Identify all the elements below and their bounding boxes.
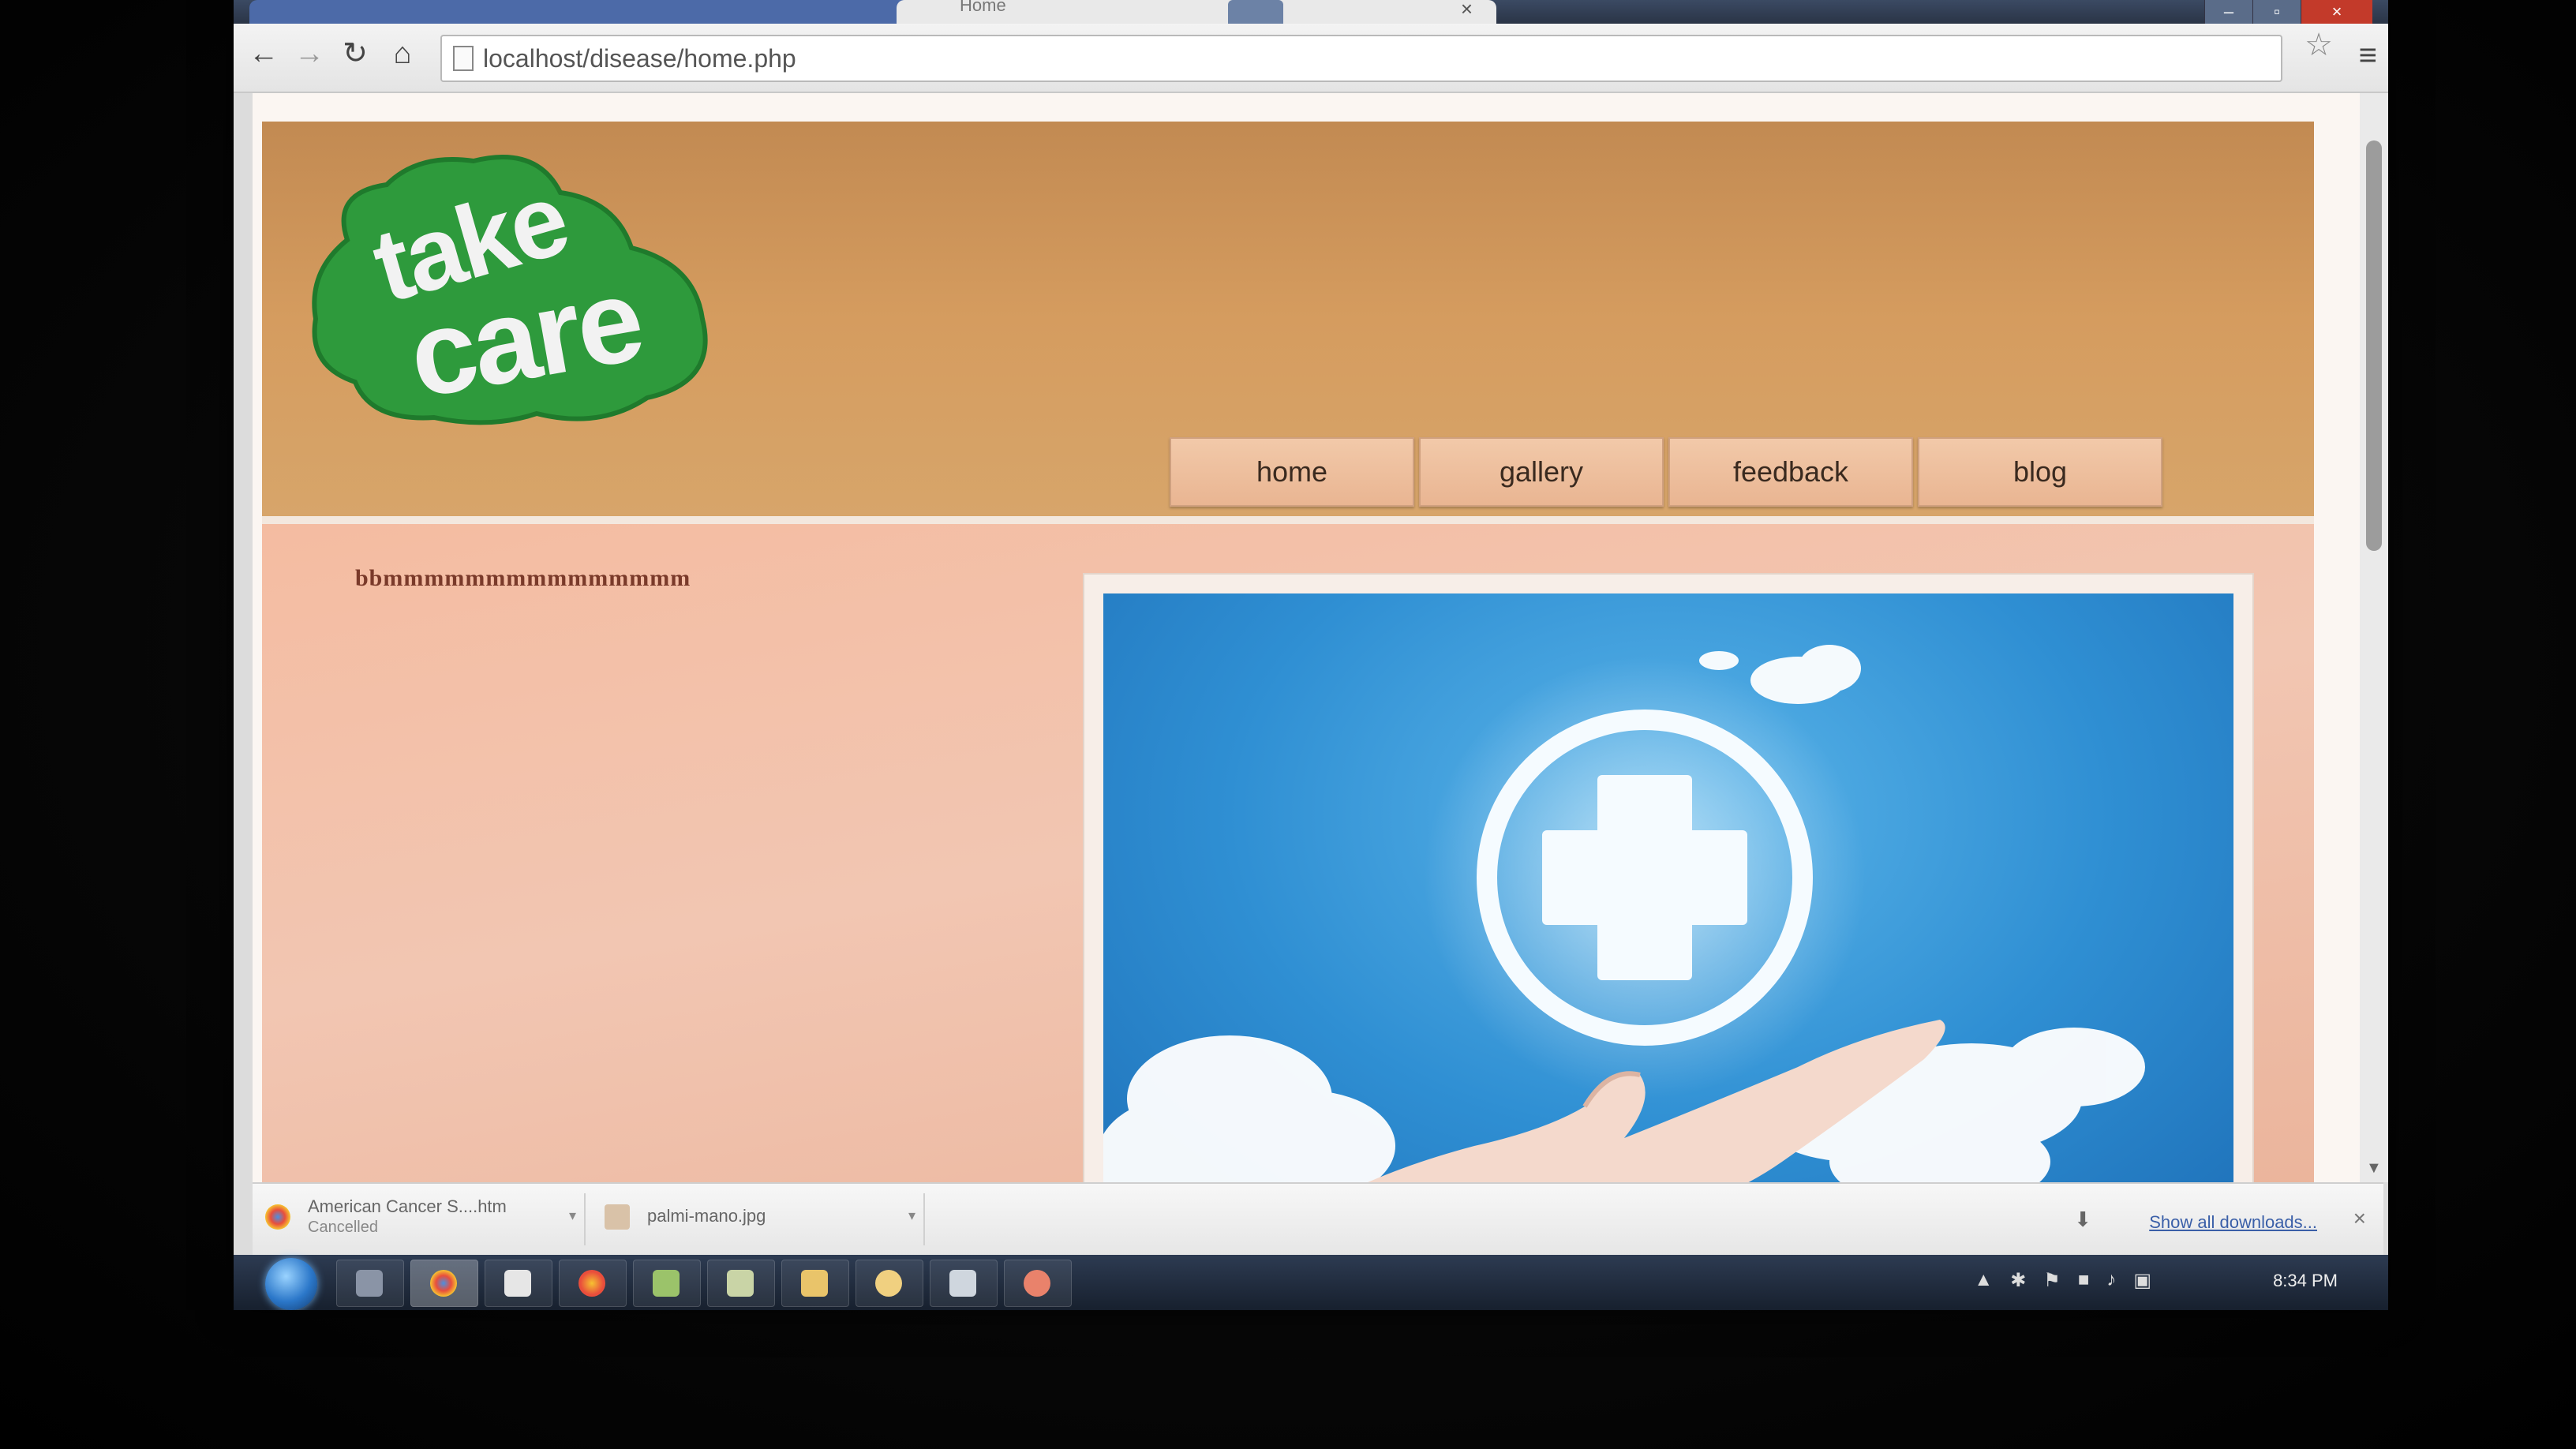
media-icon: [875, 1270, 902, 1297]
show-all-downloads-link[interactable]: Show all downloads...: [2149, 1212, 2317, 1233]
taskbar-app[interactable]: [633, 1260, 701, 1307]
bookmark-star-icon[interactable]: ☆: [2305, 27, 2333, 63]
menu-icon[interactable]: ≡: [2359, 38, 2377, 73]
document-icon: [504, 1270, 531, 1297]
download-status: Cancelled: [308, 1219, 378, 1236]
home-icon[interactable]: ⌂: [384, 35, 421, 73]
url-text: localhost/disease/home.php: [483, 44, 796, 73]
scroll-down-icon[interactable]: ▼: [2366, 1159, 2382, 1178]
paint-icon: [1024, 1270, 1050, 1297]
take-care-logo: take care: [312, 155, 708, 425]
page-icon: [453, 46, 474, 71]
taskbar-app[interactable]: [781, 1260, 849, 1307]
download-arrow-icon: ⬇: [2074, 1208, 2091, 1231]
search-app-icon: [356, 1270, 383, 1297]
close-window-button[interactable]: ×: [2301, 0, 2372, 24]
content-area: bbmmmmmmmmmmmmmmm: [262, 524, 2314, 1182]
taskbar-clock[interactable]: 8:34 PM: [2273, 1271, 2338, 1291]
page-scrollbar[interactable]: ▼: [2360, 93, 2388, 1182]
reload-icon[interactable]: ↻: [336, 35, 374, 73]
tab-title: Home: [960, 0, 1006, 15]
chrome-icon: [430, 1270, 457, 1297]
site-nav: home gallery feedback blog: [1170, 437, 2167, 508]
system-tray: ▲ ✱ ⚑ ■ ♪ ▣: [1974, 1269, 2151, 1292]
intro-text: bbmmmmmmmmmmmmmmm: [355, 565, 691, 591]
chrome-icon: [265, 1204, 290, 1230]
hero-image-frame: [1083, 573, 2254, 1182]
screen: Home × – ▫ × ← → ↻ ⌂ localhost/disease/h…: [234, 0, 2388, 1310]
download-name: palmi-mano.jpg: [647, 1206, 766, 1226]
taskbar-app[interactable]: [856, 1260, 923, 1307]
site-header: take care home gallery feedback blog: [262, 122, 2314, 524]
nav-blog[interactable]: blog: [1918, 437, 2162, 507]
windows-taskbar: ▲ ✱ ⚑ ■ ♪ ▣ 8:34 PM: [234, 1255, 2388, 1310]
nav-feedback[interactable]: feedback: [1668, 437, 1913, 507]
volume-icon[interactable]: ♪: [2106, 1269, 2116, 1292]
download-menu-icon[interactable]: ▾: [908, 1208, 915, 1224]
browser-tabstrip: Home × – ▫ ×: [234, 0, 2388, 24]
taskbar-app[interactable]: [485, 1260, 552, 1307]
taskbar-search[interactable]: [336, 1260, 404, 1307]
taskbar-chrome[interactable]: [410, 1260, 478, 1307]
scroll-thumb[interactable]: [2366, 140, 2382, 551]
hero-image: [1103, 593, 2233, 1182]
download-menu-icon[interactable]: ▾: [569, 1208, 576, 1224]
window-controls: – ▫ ×: [2204, 0, 2372, 24]
browser-toolbar: ← → ↻ ⌂ localhost/disease/home.php ☆ ≡: [234, 24, 2388, 93]
download-shelf: American Cancer S....htm Cancelled ▾ pal…: [253, 1182, 2383, 1256]
taskbar-app[interactable]: [930, 1260, 998, 1307]
address-bar[interactable]: localhost/disease/home.php: [440, 35, 2282, 82]
nav-home[interactable]: home: [1170, 437, 1414, 507]
taskbar-app[interactable]: [559, 1260, 627, 1307]
nav-gallery[interactable]: gallery: [1419, 437, 1664, 507]
notes-icon: [653, 1270, 680, 1297]
taskbar-app[interactable]: [707, 1260, 775, 1307]
app-icon: [949, 1270, 976, 1297]
close-download-shelf-icon[interactable]: ×: [2353, 1206, 2366, 1231]
download-item[interactable]: American Cancer S....htm Cancelled ▾: [253, 1193, 586, 1245]
network-icon[interactable]: ▣: [2133, 1269, 2151, 1292]
tab-close-icon[interactable]: ×: [1461, 0, 1473, 21]
forward-arrow-icon[interactable]: →: [290, 35, 328, 73]
download-item[interactable]: palmi-mano.jpg ▾: [592, 1193, 925, 1245]
taskbar-app[interactable]: [1004, 1260, 1072, 1307]
image-file-icon: [605, 1204, 630, 1230]
editor-icon: [727, 1270, 754, 1297]
new-tab-button[interactable]: [1228, 0, 1283, 24]
browser-icon: [578, 1270, 605, 1297]
bluetooth-icon[interactable]: ✱: [2010, 1269, 2026, 1292]
maximize-button[interactable]: ▫: [2252, 0, 2301, 24]
back-arrow-icon[interactable]: ←: [245, 35, 283, 73]
download-name: American Cancer S....htm: [308, 1196, 507, 1216]
minimize-button[interactable]: –: [2204, 0, 2252, 24]
tab-home[interactable]: Home ×: [897, 0, 1496, 24]
action-center-flag-icon[interactable]: ⚑: [2043, 1269, 2061, 1292]
page-viewport: take care home gallery feedback blog bbm…: [253, 93, 2360, 1182]
show-hidden-icons-icon[interactable]: ▲: [1974, 1269, 1993, 1292]
start-button[interactable]: [265, 1258, 317, 1310]
folder-icon: [801, 1270, 828, 1297]
security-icon[interactable]: ■: [2078, 1269, 2090, 1292]
medical-cross-hand-illustration: [1103, 645, 2145, 1182]
